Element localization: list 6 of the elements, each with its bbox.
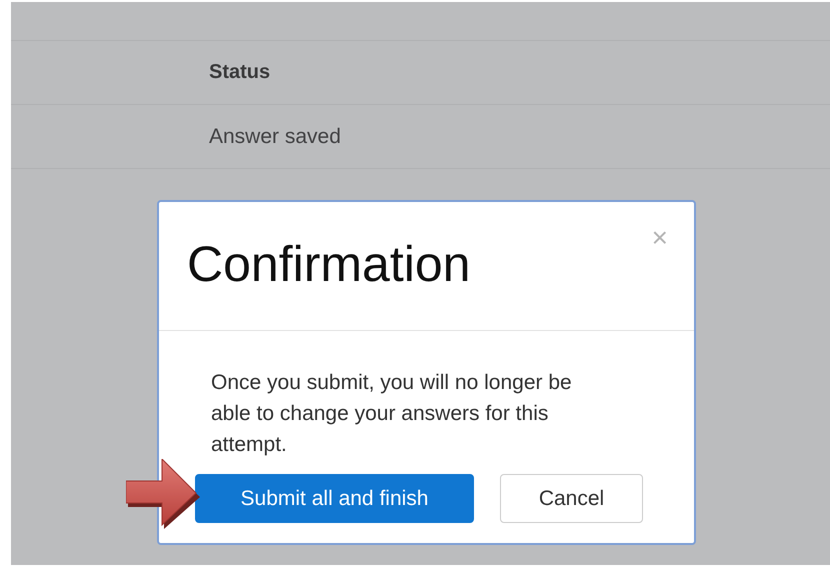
cancel-button[interactable]: Cancel	[500, 474, 643, 523]
column-header: Status	[209, 61, 270, 84]
submit-button[interactable]: Submit all and finish	[195, 474, 474, 523]
dialog-message: Once you submit, you will no longer be able to change your answers for this attempt.	[211, 370, 573, 458]
dialog-title: Confirmation	[187, 235, 470, 293]
table-cell: Answer saved	[209, 124, 341, 148]
